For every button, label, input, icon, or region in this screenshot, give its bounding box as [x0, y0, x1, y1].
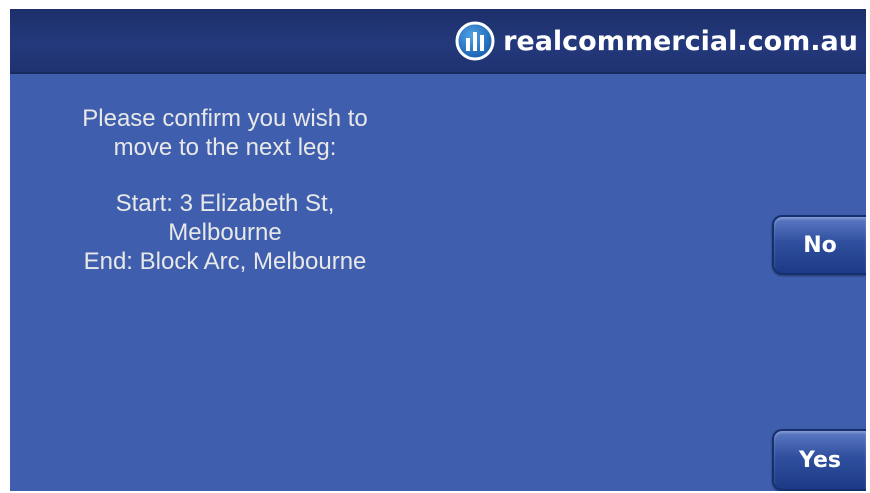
- end-line: End: Block Arc, Melbourne: [83, 248, 367, 275]
- header-bar: realcommercial.com.au: [10, 9, 866, 74]
- message-line-2: move to the next leg:: [113, 134, 337, 161]
- message-spacer: [40, 162, 410, 189]
- message-line-1: Please confirm you wish to: [82, 105, 368, 132]
- brand: realcommercial.com.au: [455, 21, 858, 61]
- start-line-2: Melbourne: [168, 219, 282, 246]
- realcommercial-logo-icon: [455, 21, 495, 61]
- no-button[interactable]: No: [772, 215, 866, 275]
- start-line-1: Start: 3 Elizabeth St,: [115, 190, 335, 217]
- brand-name: realcommercial.com.au: [503, 25, 858, 57]
- confirmation-message: Please confirm you wish to move to the n…: [40, 104, 410, 276]
- confirm-screen: realcommercial.com.au Please confirm you…: [10, 9, 866, 491]
- yes-button[interactable]: Yes: [772, 429, 866, 491]
